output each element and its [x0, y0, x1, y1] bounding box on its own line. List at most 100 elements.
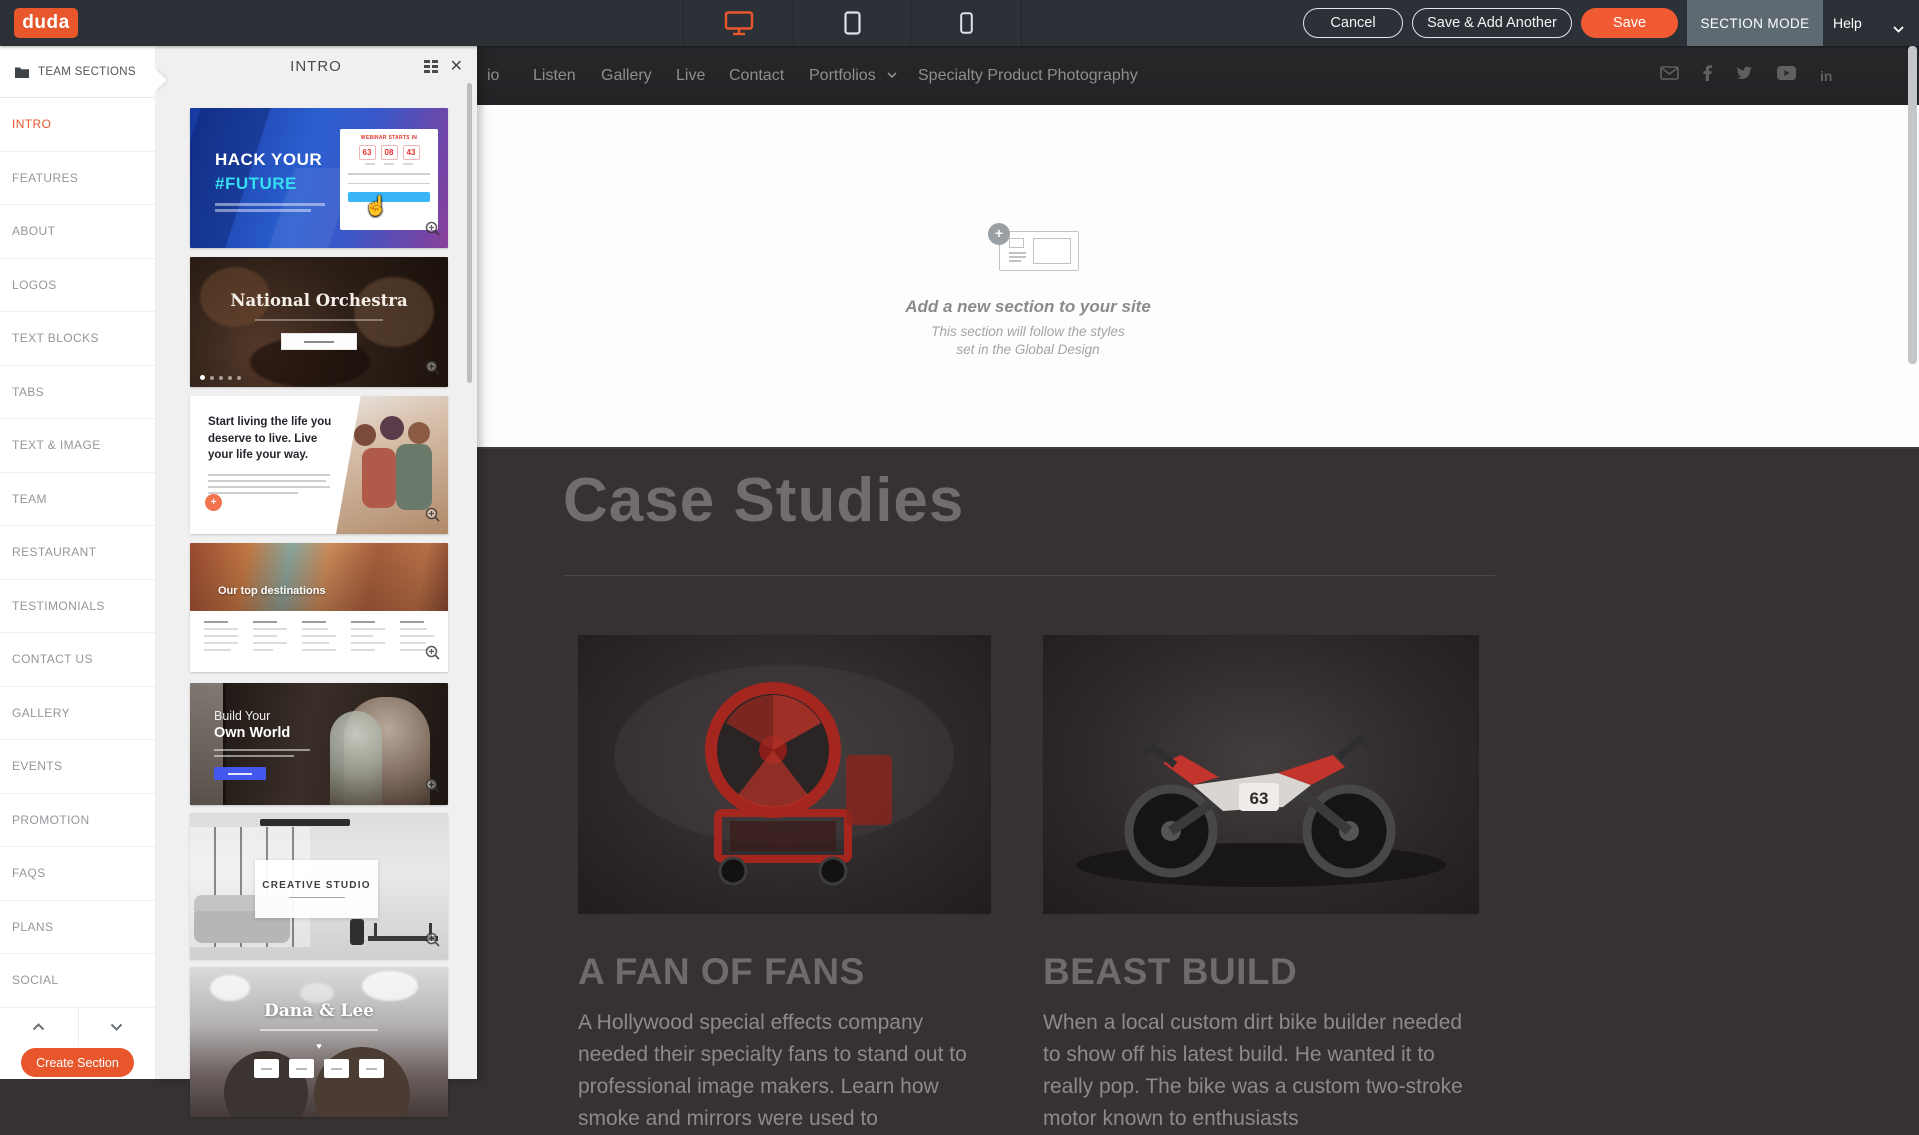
case-study-image-bike: 63	[1043, 635, 1479, 914]
thumb-title: #FUTURE	[215, 174, 297, 194]
case-study-image-fan	[578, 635, 991, 914]
sidebar-item-restaurant[interactable]: RESTAURANT	[0, 526, 155, 580]
mouse-cursor-hand: ☝	[364, 194, 388, 218]
thumb-link-columns	[204, 621, 434, 651]
thumb-title: National Orchestra	[190, 291, 448, 310]
template-thumbnail-dana-and-lee[interactable]: Dana & Lee ♥	[190, 967, 448, 1117]
template-thumbnail-start-living[interactable]: Start living the life you deserve to liv…	[190, 396, 448, 534]
help-menu[interactable]: Help	[1833, 0, 1862, 46]
thumb-title: HACK YOUR	[215, 150, 322, 170]
cancel-button[interactable]: Cancel	[1303, 8, 1403, 38]
sidebar-item-team[interactable]: TEAM	[0, 473, 155, 527]
sidebar-item-label: PROMOTION	[12, 813, 90, 827]
sidebar-item-label: TEXT BLOCKS	[12, 331, 99, 345]
template-thumbnail-creative-studio[interactable]: CREATIVE STUDIO	[190, 813, 448, 959]
mobile-icon	[960, 12, 973, 34]
create-section-button[interactable]: Create Section	[21, 1048, 134, 1077]
desktop-icon	[724, 11, 754, 36]
thumb-plus-button: +	[205, 494, 222, 511]
sidebar-item-testimonials[interactable]: TESTIMONIALS	[0, 580, 155, 634]
device-desktop-button[interactable]	[683, 0, 793, 46]
scroll-up-button[interactable]	[0, 1007, 78, 1047]
sidebar-item-label: TABS	[12, 385, 44, 399]
template-thumbnail-build-your-own-world[interactable]: Build Your Own World	[190, 683, 448, 805]
scroll-down-button[interactable]	[78, 1007, 156, 1047]
twitter-icon	[1736, 66, 1753, 85]
thumb-cta-button	[214, 767, 266, 780]
panel-scrollbar[interactable]	[467, 83, 472, 383]
sidebar-item-tabs[interactable]: TABS	[0, 366, 155, 420]
linkedin-icon: in	[1820, 68, 1832, 84]
countdown-value: 43	[403, 145, 420, 160]
zoom-preview-icon[interactable]	[425, 645, 441, 666]
thumb-title: Start living the life you deserve to liv…	[208, 414, 340, 464]
thumb-title: Our top destinations	[218, 585, 326, 597]
youtube-icon	[1777, 66, 1796, 85]
tablet-icon	[844, 11, 861, 35]
zoom-preview-icon[interactable]	[425, 221, 441, 242]
section-title: Case Studies	[563, 465, 964, 536]
template-thumbnail-top-destinations[interactable]: Our top destinations	[190, 543, 448, 672]
save-add-another-button[interactable]: Save & Add Another	[1412, 8, 1572, 38]
divider	[563, 575, 1495, 576]
site-nav-item-contact: Contact	[729, 46, 784, 105]
save-button[interactable]: Save	[1581, 8, 1678, 38]
site-preview: io Listen Gallery Live Contact Portfolio…	[477, 46, 1919, 1079]
sections-sidebar: TEAM SECTIONS INTRO FEATURES ABOUT LOGOS…	[0, 46, 155, 1079]
placeholder-subtitle-line1: This section will follow the styles	[868, 323, 1188, 341]
bike-number-plate: 63	[1250, 789, 1269, 808]
zoom-preview-icon[interactable]	[425, 778, 441, 799]
sidebar-item-faqs[interactable]: FAQS	[0, 847, 155, 901]
template-thumbnail-national-orchestra[interactable]: National Orchestra	[190, 257, 448, 387]
zoom-preview-icon[interactable]	[425, 507, 441, 528]
device-mobile-button[interactable]	[910, 0, 1022, 46]
zoom-preview-icon[interactable]	[425, 360, 441, 381]
sidebar-item-plans[interactable]: PLANS	[0, 901, 155, 955]
sidebar-item-promotion[interactable]: PROMOTION	[0, 794, 155, 848]
sidebar-item-contact-us[interactable]: CONTACT US	[0, 633, 155, 687]
sidebar-item-label: FEATURES	[12, 171, 78, 185]
site-nav-bar: io Listen Gallery Live Contact Portfolio…	[477, 46, 1919, 105]
sidebar-header-label: TEAM SECTIONS	[38, 66, 136, 78]
close-icon[interactable]: ✕	[450, 56, 463, 76]
folder-icon	[15, 66, 29, 78]
sidebar-item-intro[interactable]: INTRO	[0, 98, 155, 152]
thumb-photo	[190, 543, 448, 611]
sidebar-item-label: LOGOS	[12, 278, 57, 292]
section-mode-badge: SECTION MODE	[1687, 0, 1823, 46]
chevron-down-icon	[887, 46, 897, 105]
thumb-cta-button	[281, 333, 357, 350]
sidebar-item-features[interactable]: FEATURES	[0, 152, 155, 206]
site-nav-item-listen: Listen	[533, 46, 576, 105]
help-chevron-down-icon[interactable]	[1893, 20, 1904, 38]
sidebar-item-events[interactable]: EVENTS	[0, 740, 155, 794]
zoom-preview-icon[interactable]	[425, 932, 441, 953]
add-section-icon: +	[988, 223, 1068, 271]
new-section-drop-area[interactable]: + Add a new section to your site This se…	[477, 105, 1919, 447]
sidebar-item-label: INTRO	[12, 117, 51, 131]
placeholder-subtitle-line2: set in the Global Design	[868, 341, 1188, 359]
page-scrollbar[interactable]	[1908, 46, 1917, 364]
sidebar-item-social[interactable]: SOCIAL	[0, 954, 155, 1008]
sidebar-item-label: GALLERY	[12, 706, 70, 720]
site-nav-item-specialty: Specialty Product Photography	[918, 46, 1138, 105]
grid-view-icon[interactable]	[424, 60, 439, 78]
sidebar-item-text-image[interactable]: TEXT & IMAGE	[0, 419, 155, 473]
sidebar-item-logos[interactable]: LOGOS	[0, 259, 155, 313]
thumb-title: CREATIVE STUDIO	[262, 880, 370, 891]
sidebar-item-about[interactable]: ABOUT	[0, 205, 155, 259]
sidebar-item-label: TEXT & IMAGE	[12, 438, 101, 452]
case-study-body: A Hollywood special effects company need…	[578, 1007, 998, 1135]
sidebar-item-gallery[interactable]: GALLERY	[0, 687, 155, 741]
case-study-title: A FAN OF FANS	[578, 951, 865, 993]
sidebar-item-text-blocks[interactable]: TEXT BLOCKS	[0, 312, 155, 366]
device-tablet-button[interactable]	[793, 0, 910, 46]
editor-top-bar: duda Cancel Save & Add Another Save SECT…	[0, 0, 1919, 46]
sidebar-item-label: SOCIAL	[12, 973, 58, 987]
sidebar-header: TEAM SECTIONS	[0, 46, 155, 98]
template-thumbnail-hack-your-future[interactable]: HACK YOUR #FUTURE WEBINAR STARTS IN 63 0…	[190, 108, 448, 248]
duda-logo: duda	[14, 8, 78, 38]
sidebar-item-label: CONTACT US	[12, 652, 93, 666]
sidebar-item-label: EVENTS	[12, 759, 62, 773]
add-section-placeholder[interactable]: + Add a new section to your site This se…	[928, 223, 1128, 358]
